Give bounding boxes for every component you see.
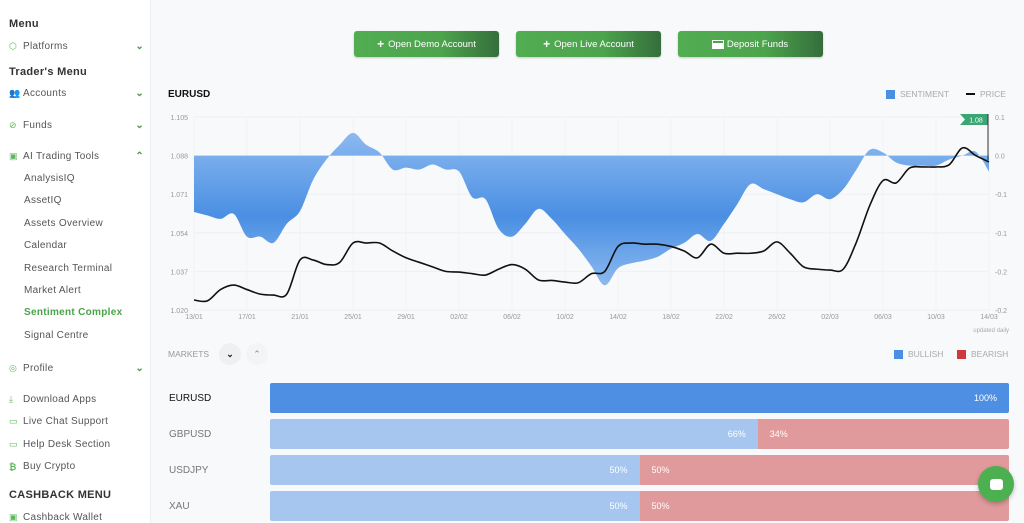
x-tick-label: 13/01 [185, 314, 203, 321]
bearish-segment: 34% [757, 419, 1009, 449]
right-tick-label: 0.0 [995, 154, 1005, 161]
label: Buy Crypto [23, 461, 76, 472]
sidebar-item-profile[interactable]: ◎ Profile ⌄ [9, 363, 144, 374]
sidebar-item-cashback-wallet[interactable]: ▣ Cashback Wallet [9, 512, 144, 523]
left-tick-label: 1.037 [170, 269, 188, 276]
sort-down-button[interactable]: ⌄ [219, 343, 241, 365]
bullish-segment: 50% [270, 491, 640, 521]
bearish-segment: 50% [639, 455, 1009, 485]
label: Cashback Wallet [23, 512, 103, 523]
wallet-icon: ▣ [9, 512, 18, 522]
x-tick-label: 25/01 [344, 314, 362, 321]
x-tick-label: 22/02 [715, 314, 733, 321]
right-tick-label: 0.1 [995, 115, 1005, 122]
x-tick-label: 02/03 [821, 314, 839, 321]
sentiment-bar[interactable]: 100% [270, 383, 1009, 413]
sort-up-button[interactable]: ⌃ [246, 343, 268, 365]
chevron-up-icon: ⌃ [253, 348, 261, 359]
footnote: updated daily [973, 328, 1009, 334]
x-tick-label: 06/03 [874, 314, 892, 321]
bullish-segment: 50% [270, 455, 640, 485]
market-name: USDJPY [169, 465, 209, 476]
bearish-segment: 50% [639, 491, 1009, 521]
sidebar-item-help-desk[interactable]: ▭ Help Desk Section [9, 439, 144, 450]
bullish-segment: 100% [270, 383, 1009, 413]
label: Profile [23, 363, 54, 374]
chevron-down-icon: ⌄ [135, 363, 144, 374]
sentiment-bar[interactable]: 50% 50% [270, 455, 1009, 485]
market-name: XAU [169, 501, 190, 512]
markets-label: MARKETS [168, 349, 210, 359]
x-tick-label: 26/02 [768, 314, 786, 321]
right-tick-label: -0.1 [995, 192, 1007, 199]
x-tick-label: 17/01 [238, 314, 256, 321]
sidebar-item-buy-crypto[interactable]: ₿ Buy Crypto [9, 461, 144, 472]
label: Help Desk Section [23, 439, 111, 450]
chevron-down-icon: ⌄ [226, 348, 234, 359]
x-tick-label: 06/02 [503, 314, 521, 321]
chat-icon: ▭ [9, 416, 18, 426]
sentiment-bar[interactable]: 66% 34% [270, 419, 1009, 449]
legend-swatch [894, 349, 903, 359]
chat-button[interactable] [978, 466, 1014, 502]
chat-bubble-icon [989, 478, 1003, 490]
right-tick-label: -0.2 [995, 269, 1007, 276]
legend-bullish: BULLISH [894, 349, 943, 359]
market-name: EURUSD [169, 393, 212, 404]
cashback-heading: CASHBACK MENU [9, 489, 112, 501]
left-tick-label: 1.054 [170, 231, 188, 238]
left-tick-label: 1.088 [170, 154, 188, 161]
x-tick-label: 02/02 [450, 314, 468, 321]
x-tick-label: 14/02 [609, 314, 627, 321]
sentiment-chart: 1.105 0.1 1.088 0.0 1.071 -0.1 1.054 -0.1 1.037 -… [170, 114, 1009, 334]
legend-label: BULLISH [908, 349, 944, 359]
legend-label: BEARISH [971, 349, 1009, 359]
left-tick-label: 1.071 [170, 192, 188, 199]
chat-icon: ▭ [9, 439, 18, 449]
download-icon: ⤓ [9, 394, 14, 404]
label: Live Chat Support [23, 416, 109, 427]
price-flag-label: 1.08 [969, 118, 983, 125]
bitcoin-icon: ₿ [9, 461, 17, 472]
market-name: GBPUSD [169, 429, 212, 440]
left-tick-label: 1.105 [170, 115, 188, 122]
x-tick-label: 21/01 [291, 314, 309, 321]
profile-icon: ◎ [9, 363, 18, 373]
x-tick-label: 18/02 [662, 314, 680, 321]
x-tick-label: 29/01 [397, 314, 415, 321]
sentiment-bar[interactable]: 50% 50% [270, 491, 1009, 521]
x-tick-label: 10/03 [927, 314, 945, 321]
right-tick-label: -0.1 [995, 231, 1007, 238]
x-tick-label: 14/03 [980, 314, 998, 321]
sidebar-item-download-apps[interactable]: ⤓ Download Apps [9, 394, 144, 405]
label: Download Apps [23, 394, 97, 405]
x-tick-label: 10/02 [556, 314, 574, 321]
bullish-segment: 66% [270, 419, 758, 449]
sidebar-item-live-chat[interactable]: ▭ Live Chat Support [9, 416, 144, 427]
legend-bearish: BEARISH [957, 349, 1008, 359]
legend-swatch [957, 349, 966, 359]
